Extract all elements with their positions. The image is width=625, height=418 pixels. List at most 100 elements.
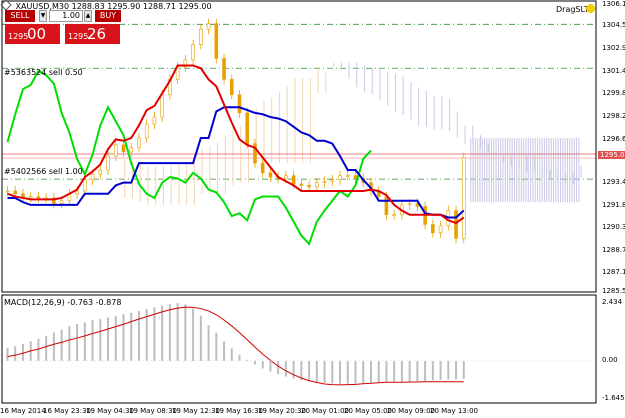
macd-bar — [107, 317, 110, 361]
candle-body[interactable] — [113, 144, 118, 157]
price-chart[interactable] — [0, 0, 625, 418]
macd-bar — [354, 360, 357, 384]
sell-price-box[interactable]: 1295 00 — [5, 24, 60, 44]
order-label-2[interactable]: #5402566 sell 1.00 — [4, 167, 83, 176]
candle-body[interactable] — [191, 44, 195, 61]
candle-body[interactable] — [438, 225, 443, 234]
buy-price-box[interactable]: 1295 26 — [65, 24, 120, 44]
macd-bar — [284, 360, 287, 377]
candle-body[interactable] — [260, 162, 265, 174]
macd-bar — [424, 360, 427, 381]
cloud-strip — [170, 165, 172, 205]
cloud-strip — [555, 137, 557, 203]
order-label-1[interactable]: #5363524 sell 0.50 — [4, 68, 83, 77]
macd-tick: -1.645 — [602, 394, 625, 402]
candle-body[interactable] — [28, 196, 33, 199]
candle-body[interactable] — [392, 214, 396, 216]
candle-body[interactable] — [152, 116, 157, 125]
macd-bar — [408, 360, 411, 382]
cloud-strip — [550, 137, 552, 203]
time-label: 19 May 08:30 — [129, 407, 178, 415]
cloud-strip — [497, 137, 499, 203]
candle-body[interactable] — [291, 175, 296, 185]
candle-body[interactable] — [461, 157, 466, 239]
candle-body[interactable] — [160, 94, 164, 118]
cloud-strip — [433, 96, 435, 130]
cloud-strip — [559, 137, 561, 203]
cloud-strip — [541, 137, 543, 203]
candle-body[interactable] — [106, 155, 110, 171]
candle-body[interactable] — [59, 200, 64, 204]
cloud-strip — [539, 137, 541, 203]
cloud-strip — [557, 137, 559, 203]
cloud-strip — [278, 91, 280, 164]
time-label: 19 May 04:30 — [86, 407, 135, 415]
macd-bar — [346, 360, 349, 384]
cloud-strip — [333, 62, 335, 67]
cloud-strip — [449, 98, 451, 132]
candle-body[interactable] — [129, 147, 134, 153]
candle-body[interactable] — [75, 190, 79, 195]
macd-bar — [339, 360, 342, 384]
candle-body[interactable] — [407, 203, 412, 206]
cloud-strip — [495, 137, 497, 203]
sell-price-small: 1295 — [8, 32, 29, 41]
cloud-strip — [571, 137, 573, 203]
cloud-strip — [500, 137, 502, 203]
candle-body[interactable] — [137, 137, 141, 149]
candle-body[interactable] — [98, 169, 103, 175]
macd-bar — [122, 314, 125, 361]
candle-body[interactable] — [237, 94, 242, 114]
macd-bar — [377, 360, 380, 383]
candle-body[interactable] — [307, 185, 311, 188]
candle-body[interactable] — [144, 123, 149, 139]
cloud-strip — [534, 137, 536, 203]
time-label: 19 May 16:30 — [215, 407, 264, 415]
macd-bar — [52, 332, 55, 361]
candle-body[interactable] — [36, 196, 41, 199]
candle-body[interactable] — [384, 196, 389, 215]
candle-body[interactable] — [284, 175, 288, 179]
buy-button[interactable]: BUY — [95, 10, 121, 22]
cloud-strip — [186, 163, 188, 205]
candle-body[interactable] — [338, 175, 342, 181]
cloud-strip — [479, 137, 481, 203]
macd-bar — [238, 354, 241, 361]
candle-body[interactable] — [245, 112, 250, 144]
candle-body[interactable] — [222, 58, 226, 80]
candle-body[interactable] — [206, 23, 211, 30]
candle-body[interactable] — [229, 79, 234, 96]
lot-decrease-button[interactable]: ▼ — [39, 10, 47, 22]
sell-button[interactable]: SELL — [5, 10, 35, 22]
candle-body[interactable] — [13, 190, 18, 195]
candle-body[interactable] — [121, 144, 126, 153]
cloud-strip — [402, 76, 404, 115]
macd-bar — [184, 304, 187, 361]
cloud-strip — [536, 137, 538, 203]
candle-body[interactable] — [268, 172, 273, 178]
cloud-strip — [147, 165, 149, 205]
candle-body[interactable] — [330, 179, 335, 182]
candle-body[interactable] — [345, 175, 350, 177]
cloud-strip — [516, 137, 518, 203]
macd-bar — [416, 360, 419, 382]
candle-body[interactable] — [214, 23, 219, 59]
price-tick: 1285.50 — [602, 287, 625, 295]
lot-increase-button[interactable]: ▲ — [84, 10, 92, 22]
candle-body[interactable] — [431, 224, 435, 234]
candle-body[interactable] — [5, 190, 10, 193]
candle-body[interactable] — [199, 28, 203, 45]
candle-body[interactable] — [353, 175, 358, 179]
candle-body[interactable] — [322, 180, 327, 183]
candle-body[interactable] — [315, 182, 319, 188]
macd-bar — [83, 322, 86, 361]
candle-body[interactable] — [90, 173, 95, 181]
macd-tick: 0.00 — [602, 356, 618, 364]
candle-body[interactable] — [454, 210, 458, 239]
candle-body[interactable] — [299, 183, 304, 186]
candle-body[interactable] — [83, 179, 87, 192]
macd-bar — [223, 341, 226, 361]
macd-bar — [253, 360, 256, 365]
lot-size-field[interactable]: 1.00 — [49, 10, 83, 22]
cloud-strip — [573, 137, 575, 203]
